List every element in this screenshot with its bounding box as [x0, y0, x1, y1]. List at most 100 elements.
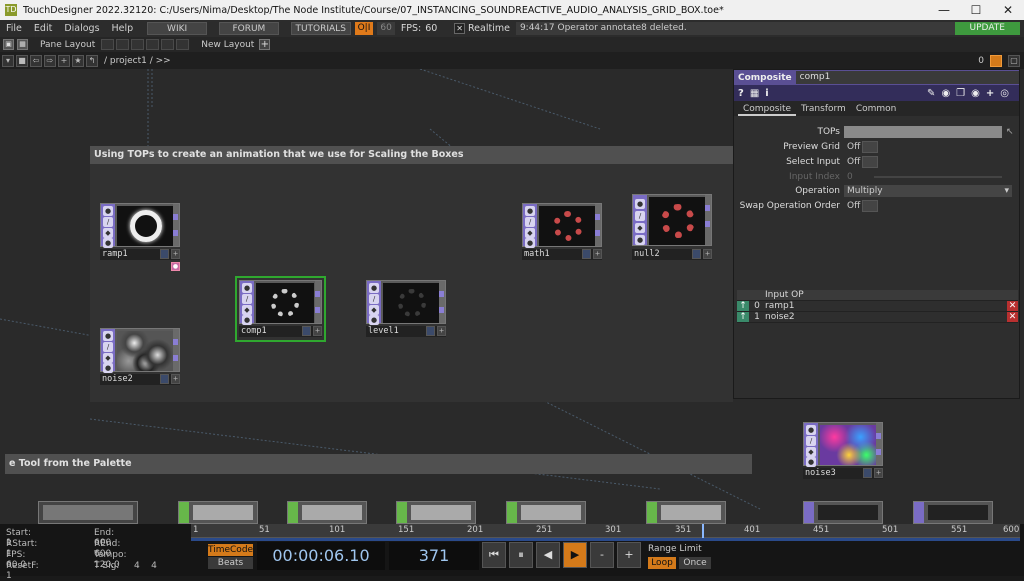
op-partial-chop[interactable]	[646, 501, 726, 524]
op-label-comp1[interactable]: comp1 +	[239, 326, 322, 337]
remove-icon[interactable]: ✕	[1007, 301, 1018, 311]
input-name[interactable]: ramp1	[765, 301, 1007, 311]
rewind-button[interactable]: ⏮	[482, 542, 506, 568]
viewer-icon[interactable]: ●	[369, 315, 379, 325]
play-backward-button[interactable]: ◀	[536, 542, 560, 568]
wiki-button[interactable]: WIKI	[147, 22, 207, 35]
input-index-slider[interactable]	[874, 176, 1002, 178]
viewer-icon[interactable]: ●	[103, 363, 113, 373]
menu-file[interactable]: File	[0, 23, 28, 34]
python-icon[interactable]: ◉	[971, 88, 980, 99]
viewer-toggle-icon[interactable]	[160, 249, 169, 259]
display-icon[interactable]: ◆	[635, 223, 645, 233]
viewer-icon[interactable]: ●	[635, 235, 645, 245]
layout-slot-6[interactable]	[176, 39, 190, 50]
bypass-icon[interactable]: ●	[369, 283, 379, 293]
bypass-icon[interactable]: ●	[103, 206, 113, 216]
op-partial-chop[interactable]	[396, 501, 476, 524]
lock-icon[interactable]: /	[525, 217, 535, 227]
preview-grid-toggle[interactable]	[862, 141, 879, 153]
bypass-icon[interactable]: ●	[525, 206, 535, 216]
beats-toggle[interactable]: Beats	[208, 557, 253, 569]
realtime-checkbox[interactable]: ✕	[454, 23, 465, 34]
viewer-toggle-icon[interactable]	[160, 374, 169, 384]
display-icon[interactable]: ◆	[525, 228, 535, 238]
op-math1[interactable]: ● / ◆ ●	[522, 203, 602, 248]
add-icon[interactable]: +	[437, 326, 446, 336]
op-null2[interactable]: ● / ◆ ●	[632, 194, 712, 246]
input-row[interactable]: ↑ 0 ramp1 ✕	[737, 301, 1018, 312]
layout-slot-2[interactable]	[116, 39, 130, 50]
viewer-toggle-icon[interactable]	[863, 468, 872, 478]
annotation-box-2[interactable]: e Tool from the Palette	[5, 454, 752, 474]
op-label-ramp1[interactable]: ramp1 +	[100, 249, 180, 260]
close-icon[interactable]: ✕	[992, 3, 1024, 17]
stop-icon[interactable]: ■	[16, 54, 28, 67]
tab-composite[interactable]: Composite	[738, 103, 797, 116]
op-comp1[interactable]: ● / ◆ ●	[239, 280, 322, 325]
forum-button[interactable]: FORUM	[219, 22, 279, 35]
tutorials-button[interactable]: TUTORIALS	[290, 22, 351, 35]
display-icon[interactable]: ◆	[806, 447, 816, 457]
add-icon[interactable]: +	[171, 249, 180, 259]
viewer-toggle-icon[interactable]	[302, 326, 311, 336]
op-label-noise3[interactable]: noise3 +	[803, 468, 883, 479]
menu-help[interactable]: Help	[106, 23, 140, 34]
flag-icon[interactable]: ●	[171, 262, 180, 271]
timeline-ruler[interactable]: 1 51 101 151 201 251 301 351 401 451 501…	[191, 524, 1020, 538]
tab-common[interactable]: Common	[851, 103, 902, 116]
tab-transform[interactable]: Transform	[796, 103, 851, 116]
op-partial-chop[interactable]	[506, 501, 586, 524]
back-arrow-icon[interactable]: ⇦	[30, 54, 42, 67]
arrow-icon[interactable]: ↖	[1006, 127, 1014, 137]
pane-split-icon[interactable]: ▣	[3, 39, 14, 50]
add-icon[interactable]: +	[58, 54, 70, 67]
viewer-toggle-icon[interactable]	[582, 249, 591, 259]
play-forward-button[interactable]: ▶	[563, 542, 587, 568]
pane-options-icon[interactable]: ▦	[17, 39, 28, 50]
select-input-toggle[interactable]	[862, 156, 879, 168]
bypass-icon[interactable]: ●	[806, 425, 816, 435]
input-index-value[interactable]: 0	[844, 171, 874, 183]
display-icon[interactable]: ◆	[103, 353, 113, 363]
python-help-icon[interactable]: ▦	[750, 88, 759, 99]
lock-icon[interactable]: /	[103, 342, 113, 352]
range-bar[interactable]	[191, 538, 1020, 541]
once-button[interactable]: Once	[679, 557, 711, 569]
tops-field[interactable]	[844, 126, 1002, 138]
op-noise3[interactable]: ● / ◆ ●	[803, 422, 883, 467]
viewer-icon[interactable]: ●	[103, 238, 113, 248]
menu-dialogs[interactable]: Dialogs	[58, 23, 105, 34]
comment-icon[interactable]: ◉	[941, 88, 950, 99]
viewer-toggle-icon[interactable]	[692, 249, 701, 259]
parent-folder-icon[interactable]: ↰	[86, 54, 98, 67]
annotation-box[interactable]: Using TOPs to create an animation that w…	[90, 146, 733, 402]
timecode-toggle[interactable]: TimeCode	[208, 544, 253, 556]
swap-order-toggle[interactable]	[862, 200, 879, 212]
op-label-null2[interactable]: null2 +	[632, 249, 712, 260]
op-partial[interactable]	[913, 501, 993, 524]
op-noise2[interactable]: ● / ◆ ●	[100, 328, 180, 373]
viewer-icon[interactable]: ●	[525, 238, 535, 248]
add-icon[interactable]: +	[986, 88, 994, 99]
network-path[interactable]: / project1 / >>	[104, 56, 171, 66]
add-icon[interactable]: +	[703, 249, 712, 259]
panel-toggle-icon[interactable]	[990, 54, 1002, 67]
input-row[interactable]: ↑ 1 noise2 ✕	[737, 312, 1018, 323]
op-partial-chop[interactable]	[287, 501, 367, 524]
star-icon[interactable]: ★	[72, 54, 84, 67]
bypass-icon[interactable]: ●	[242, 283, 252, 293]
copy-icon[interactable]: ❐	[956, 88, 965, 99]
help-icon[interactable]: ?	[738, 88, 744, 99]
lock-icon[interactable]: /	[242, 294, 252, 304]
add-icon[interactable]: +	[171, 374, 180, 384]
lock-icon[interactable]: /	[635, 211, 645, 221]
menu-edit[interactable]: Edit	[28, 23, 58, 34]
minimize-icon[interactable]: —	[928, 3, 960, 17]
display-icon[interactable]: ◆	[242, 305, 252, 315]
input-name[interactable]: noise2	[765, 312, 1007, 322]
frame-display[interactable]: 371	[389, 542, 479, 570]
step-back-button[interactable]: -	[590, 542, 614, 568]
add-icon[interactable]: +	[313, 326, 322, 336]
forward-arrow-icon[interactable]: ⇨	[44, 54, 56, 67]
